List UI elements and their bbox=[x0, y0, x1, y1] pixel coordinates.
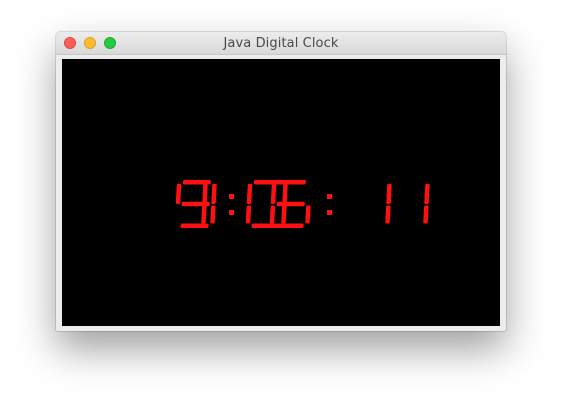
segment-f bbox=[175, 183, 182, 204]
segment-a bbox=[253, 180, 282, 185]
segment-d bbox=[251, 223, 280, 228]
segment-g bbox=[181, 201, 210, 207]
colon-dot-1 bbox=[229, 194, 234, 199]
segment-b bbox=[211, 183, 217, 204]
segment-c bbox=[281, 205, 287, 224]
segment-e bbox=[269, 205, 276, 224]
segment-d bbox=[275, 223, 304, 228]
segment-g bbox=[276, 201, 305, 207]
segment-c bbox=[305, 205, 311, 224]
segment-a bbox=[182, 180, 211, 185]
colon-2 bbox=[327, 194, 332, 215]
colon-1 bbox=[229, 194, 234, 215]
segment-b bbox=[282, 183, 288, 204]
segment-f bbox=[270, 183, 277, 204]
segment-c bbox=[210, 205, 216, 224]
segment-b bbox=[386, 183, 392, 204]
segment-f bbox=[246, 183, 253, 204]
window-title: Java Digital Clock bbox=[223, 36, 339, 51]
segment-c bbox=[385, 205, 391, 224]
minutes-digit-2 bbox=[269, 180, 311, 228]
segment-b bbox=[202, 183, 208, 204]
app-window: Java Digital Clock 19:06: 11 bbox=[56, 32, 506, 331]
hours-digit-2 bbox=[175, 180, 217, 228]
colon-dot-1 bbox=[327, 194, 332, 199]
digital-clock-display bbox=[175, 180, 430, 228]
segment-b bbox=[424, 183, 430, 204]
segment-e bbox=[245, 205, 252, 224]
segment-d bbox=[180, 223, 209, 228]
segment-c bbox=[423, 205, 429, 224]
clock-panel: 19:06: 11 bbox=[62, 59, 500, 326]
seconds-digit-1 bbox=[385, 183, 392, 224]
colon-dot-2 bbox=[229, 210, 234, 215]
title-bar[interactable]: Java Digital Clock bbox=[56, 32, 506, 55]
segment-c bbox=[201, 205, 207, 224]
colon-dot-2 bbox=[327, 210, 332, 215]
seconds-digit-2 bbox=[423, 183, 430, 224]
segment-a bbox=[277, 180, 306, 185]
